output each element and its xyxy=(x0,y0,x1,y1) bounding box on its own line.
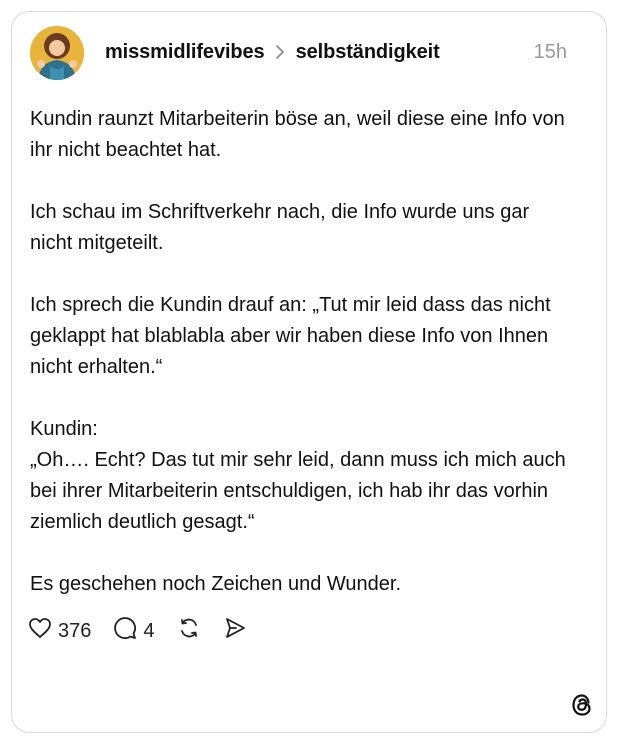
repost-button[interactable] xyxy=(177,616,201,646)
post-paragraph: Ich schau im Schriftverkehr nach, die In… xyxy=(30,201,530,254)
post-actions: 376 4 xyxy=(28,616,269,646)
share-button[interactable] xyxy=(223,616,247,646)
send-icon xyxy=(223,616,247,646)
post-timestamp: 15h xyxy=(533,41,567,63)
reply-count: 4 xyxy=(143,619,155,642)
reply-button[interactable]: 4 xyxy=(113,616,155,646)
post-header: missmidlifevibes selbständigkeit xyxy=(105,38,440,66)
like-count: 376 xyxy=(58,619,92,642)
heart-icon xyxy=(28,617,52,645)
chevron-right-icon xyxy=(275,45,285,59)
community-link[interactable]: selbständigkeit xyxy=(296,41,440,64)
comment-icon xyxy=(113,616,137,646)
post-paragraph: Ich sprech die Kundin drauf an: „Tut mir… xyxy=(30,294,551,378)
like-button[interactable]: 376 xyxy=(28,617,91,645)
post-paragraph: Kundin: „Oh…. Echt? Das tut mir sehr lei… xyxy=(30,418,566,533)
repost-icon xyxy=(177,616,201,646)
post-body: Kundin raunzt Mitarbeiterin böse an, wei… xyxy=(30,104,570,631)
username-link[interactable]: missmidlifevibes xyxy=(105,41,265,64)
post-paragraph: Es geschehen noch Zeichen und Wunder. xyxy=(30,573,401,595)
threads-logo-icon[interactable] xyxy=(568,691,596,719)
avatar[interactable] xyxy=(30,26,84,80)
post-paragraph: Kundin raunzt Mitarbeiterin böse an, wei… xyxy=(30,108,565,161)
